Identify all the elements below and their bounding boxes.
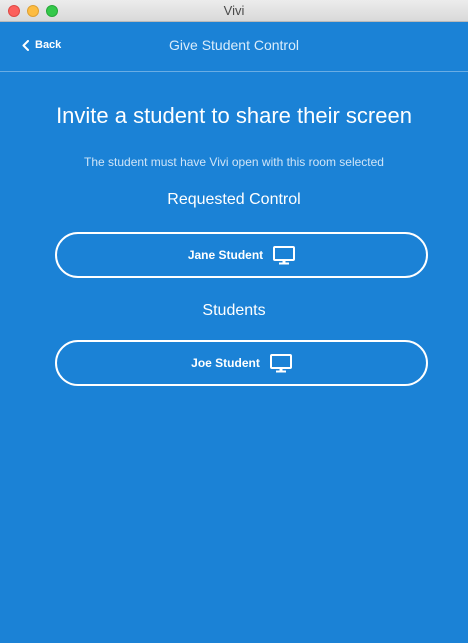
window-title: Vivi <box>223 3 245 18</box>
invite-heading: Invite a student to share their screen <box>56 103 412 128</box>
student-button-joe[interactable]: Joe Student <box>55 340 428 386</box>
window-titlebar[interactable]: Vivi <box>0 0 468 22</box>
monitor-icon <box>269 353 292 372</box>
page-title: Give Student Control <box>169 37 299 53</box>
app-window: Vivi Back Give Student Control Invite a … <box>0 0 468 643</box>
students-label: Students <box>202 302 266 319</box>
monitor-icon <box>273 245 296 264</box>
chevron-left-icon <box>22 39 29 51</box>
requested-control-label: Requested Control <box>167 191 301 208</box>
invite-subheading: The student must have Vivi open with thi… <box>84 155 384 169</box>
back-label: Back <box>35 39 62 51</box>
back-button[interactable]: Back <box>22 39 61 51</box>
student-button-jane[interactable]: Jane Student <box>55 232 428 278</box>
navigation-bar: Back Give Student Control <box>0 22 468 72</box>
student-name: Jane Student <box>187 248 264 262</box>
student-name: Joe Student <box>191 356 260 370</box>
